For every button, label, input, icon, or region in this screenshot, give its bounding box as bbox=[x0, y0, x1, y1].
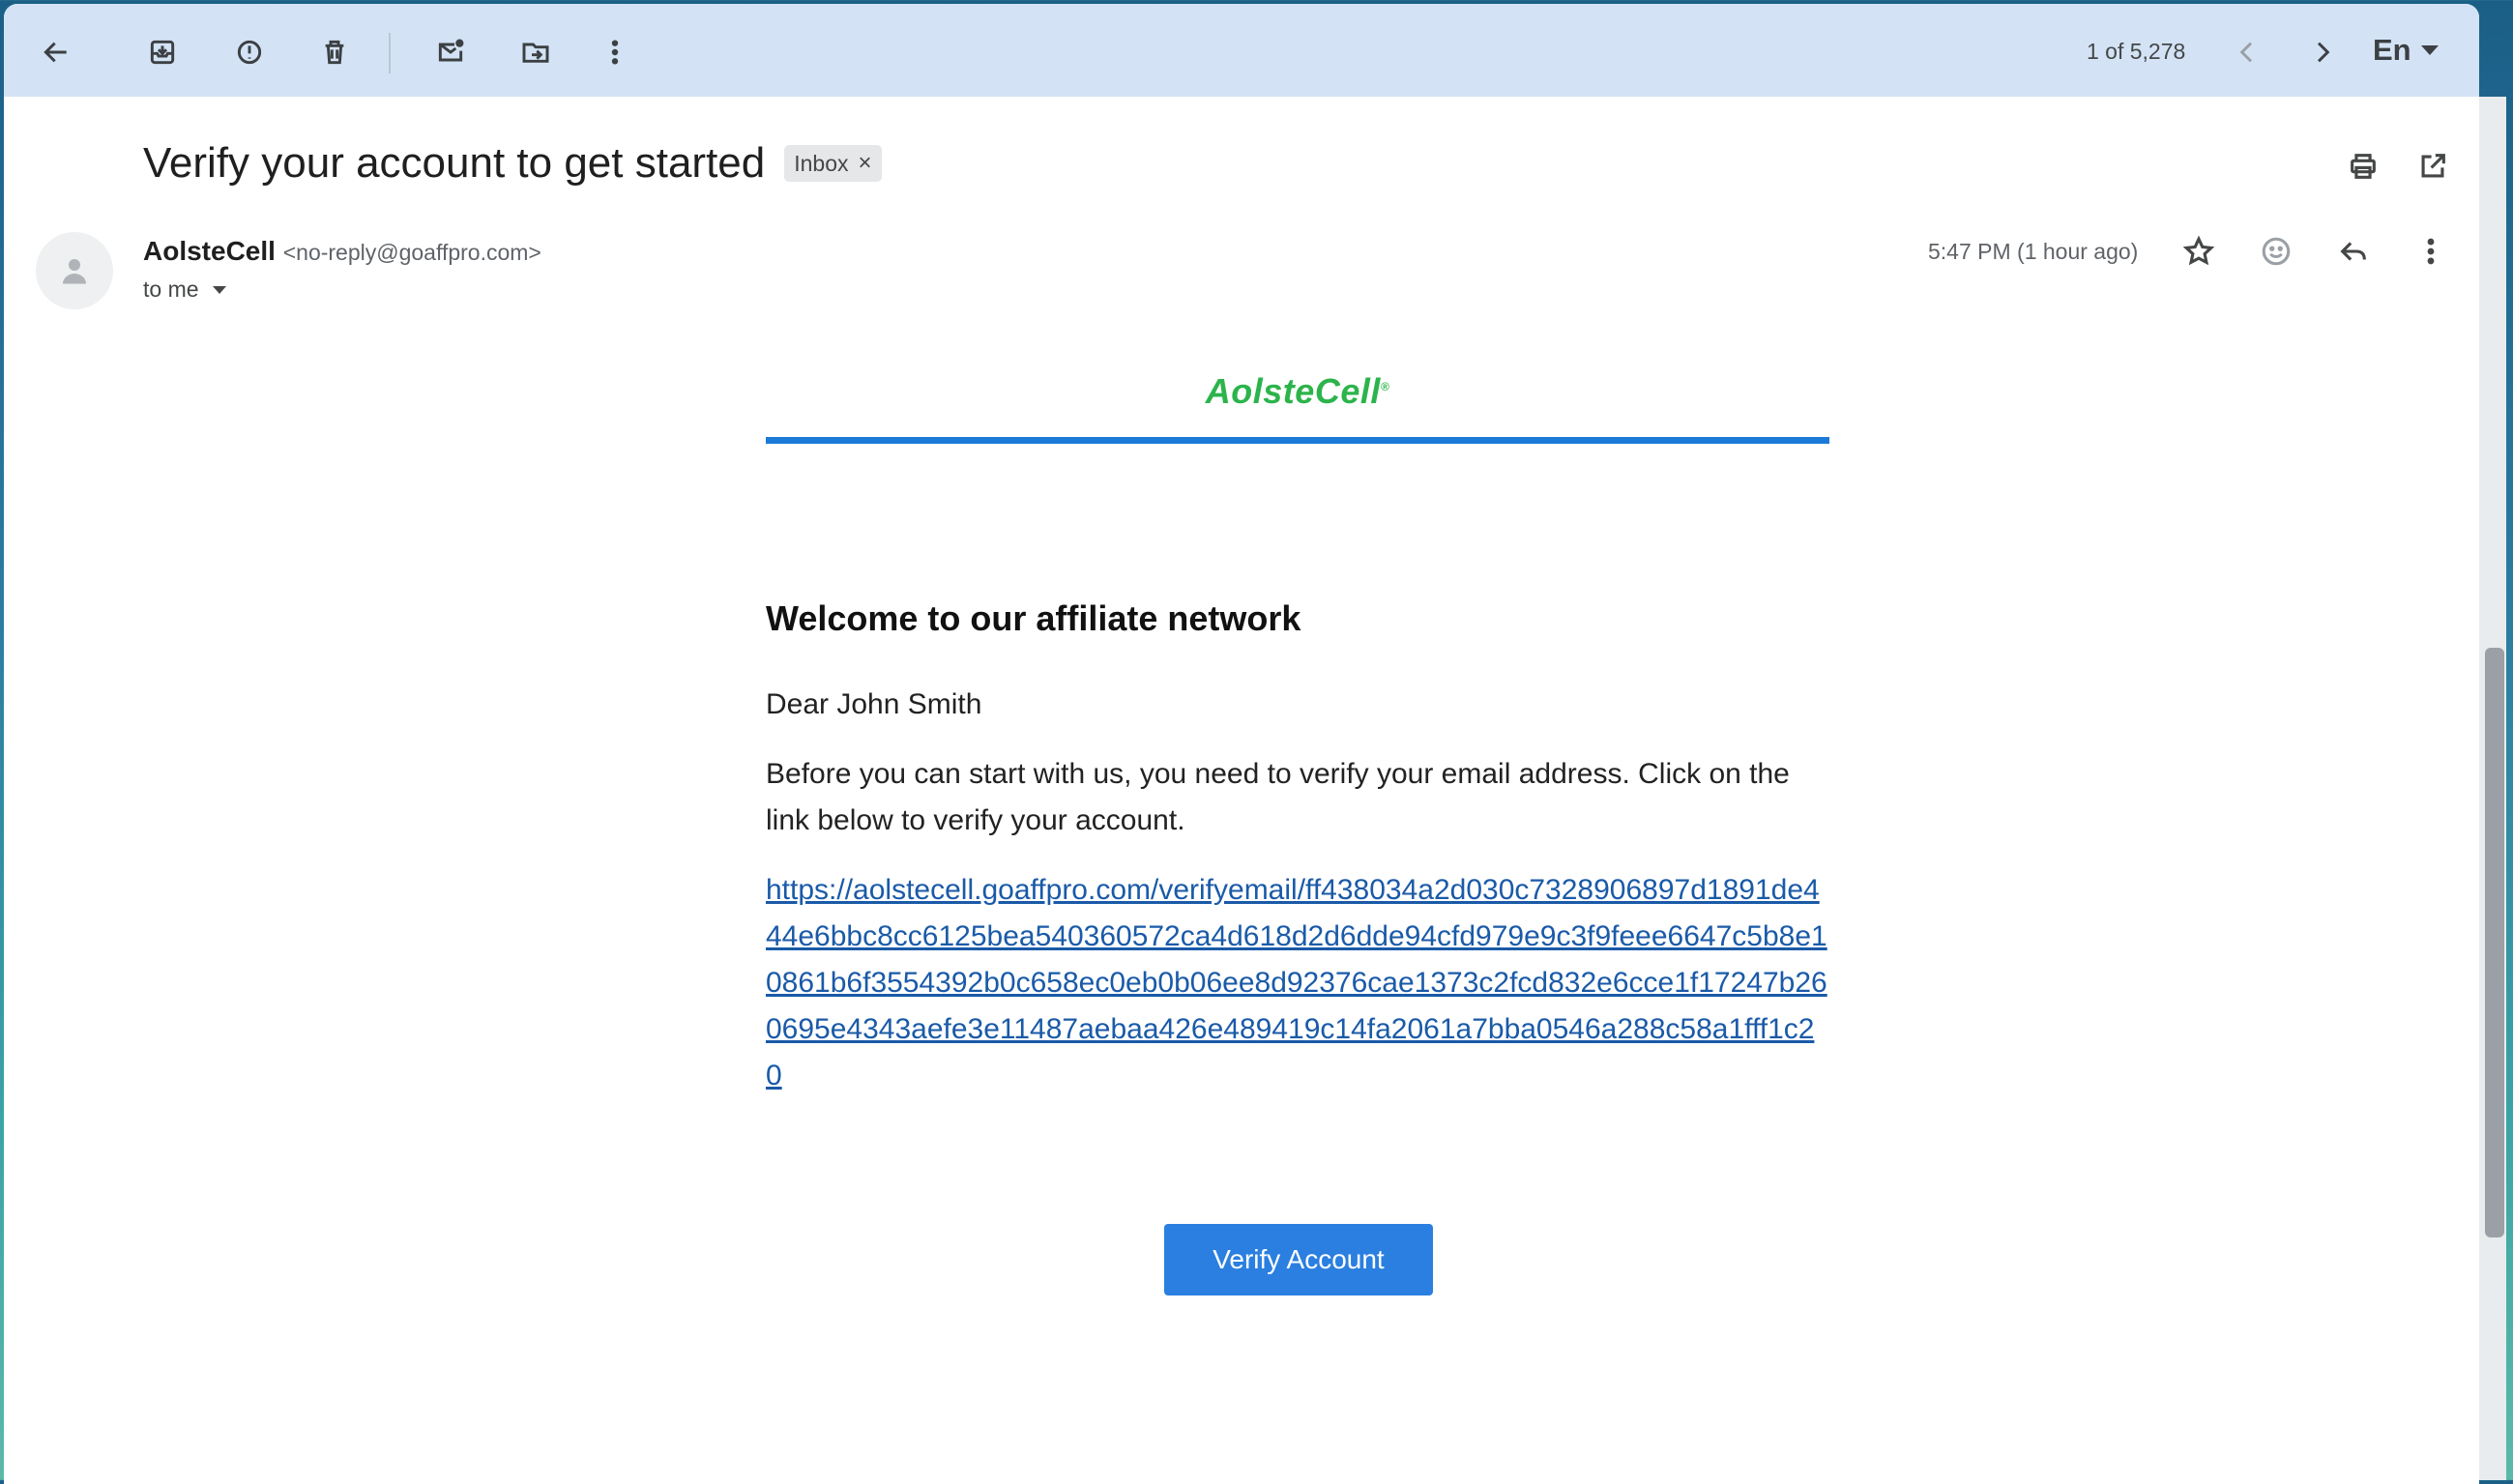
timestamp: 5:47 PM (1 hour ago) bbox=[1928, 239, 2139, 264]
sender-name[interactable]: AolsteCell bbox=[143, 236, 276, 266]
sender-line: AolsteCell <no-reply@goaffpro.com> bbox=[143, 236, 541, 267]
avatar bbox=[36, 232, 113, 309]
recipient-details[interactable]: to me bbox=[143, 276, 226, 303]
verify-account-button[interactable]: Verify Account bbox=[1164, 1224, 1433, 1295]
label-chip-text: Inbox bbox=[794, 150, 849, 176]
email-body: AolsteCell® Welcome to our affiliate net… bbox=[766, 371, 1829, 1099]
chevron-down-icon bbox=[2420, 45, 2439, 55]
input-language-selector[interactable]: En bbox=[2373, 33, 2439, 68]
header-divider bbox=[766, 437, 1829, 444]
emoji-icon[interactable] bbox=[2251, 226, 2301, 276]
sender-address: <no-reply@goaffpro.com> bbox=[282, 240, 541, 265]
close-icon[interactable]: × bbox=[859, 150, 872, 177]
report-spam-icon[interactable] bbox=[224, 27, 275, 77]
mark-unread-icon[interactable] bbox=[425, 27, 476, 77]
move-to-icon[interactable] bbox=[511, 27, 561, 77]
toolbar-divider bbox=[389, 33, 391, 73]
gmail-window: 1 of 5,278 En Verify your account to get… bbox=[4, 4, 2479, 1484]
star-icon[interactable] bbox=[2174, 226, 2224, 276]
back-arrow-icon[interactable] bbox=[31, 27, 81, 77]
more-vert-icon[interactable] bbox=[590, 27, 640, 77]
chevron-right-icon[interactable] bbox=[2297, 27, 2348, 77]
chevron-down-icon[interactable] bbox=[212, 285, 226, 294]
subject-row: Verify your account to get started Inbox… bbox=[143, 139, 882, 188]
brand-mark: ® bbox=[1380, 380, 1390, 393]
brand-name: AolsteCell bbox=[1205, 371, 1381, 411]
recipient-text: to me bbox=[143, 276, 199, 302]
scrollbar-thumb[interactable] bbox=[2485, 648, 2504, 1237]
welcome-heading: Welcome to our affiliate network bbox=[766, 598, 1301, 638]
brand-logo: AolsteCell® bbox=[766, 371, 1829, 412]
delete-icon[interactable] bbox=[309, 27, 360, 77]
message-count: 1 of 5,278 bbox=[2087, 39, 2186, 64]
instruction-paragraph: Before you can start with us, you need t… bbox=[766, 758, 1790, 836]
language-label: En bbox=[2373, 33, 2411, 67]
person-icon bbox=[63, 259, 86, 284]
print-icon[interactable] bbox=[2338, 141, 2388, 191]
email-subject: Verify your account to get started bbox=[143, 139, 766, 187]
greeting: Dear John Smith bbox=[766, 688, 982, 720]
archive-icon[interactable] bbox=[137, 27, 188, 77]
verify-link[interactable]: https://aolstecell.goaffpro.com/verifyem… bbox=[766, 867, 1829, 1099]
chevron-left-icon[interactable] bbox=[2222, 27, 2272, 77]
more-vert-icon[interactable] bbox=[2406, 226, 2456, 276]
inbox-label-chip[interactable]: Inbox × bbox=[784, 145, 882, 182]
open-new-window-icon[interactable] bbox=[2408, 141, 2458, 191]
reply-icon[interactable] bbox=[2328, 226, 2379, 276]
toolbar: 1 of 5,278 En bbox=[4, 4, 2479, 97]
